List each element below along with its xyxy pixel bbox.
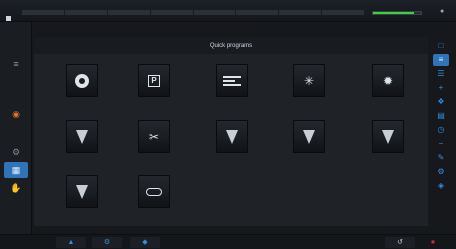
status-strip [22, 10, 364, 15]
tile-nozzle-crosshair-alt[interactable] [372, 120, 404, 153]
progress-bar [372, 11, 422, 15]
top-bar: ● [0, 0, 456, 22]
pencil-icon[interactable]: ✎ [433, 152, 449, 164]
bottom-bar: ▲ ⚙ ◆ ↺ ⏹ [0, 234, 456, 249]
status-segment [107, 10, 150, 15]
right-toolbar: □ ≡ ☰ + ❖ ▤ ◷ − ✎ ⚙ ◈ [431, 38, 451, 234]
minus-icon[interactable]: − [433, 138, 449, 150]
flag-icon[interactable] [6, 16, 11, 21]
scissors-icon: ✂ [148, 129, 160, 144]
tile-nozzle-single[interactable] [66, 175, 98, 208]
tile-scissors[interactable]: ✂ [138, 120, 170, 153]
tile-laser-burst[interactable]: ✹ [372, 64, 404, 97]
plane-alt-icon[interactable]: ◆ [130, 237, 160, 248]
status-segment [64, 10, 107, 15]
status-segment [236, 10, 279, 15]
exit-icon[interactable]: ↺ [385, 237, 415, 248]
tile-nozzle-rotate[interactable] [66, 120, 98, 153]
tile-bars[interactable] [216, 64, 248, 97]
tile-ring[interactable] [138, 175, 170, 208]
nozzle-crosshair-icon [303, 129, 315, 144]
status-segment [279, 10, 322, 15]
bars-icon [223, 75, 241, 86]
chart-icon[interactable]: ▤ [433, 110, 449, 122]
plus-icon[interactable]: + [433, 82, 449, 94]
stack-icon[interactable]: ☰ [433, 68, 449, 80]
nozzle-icon [226, 129, 238, 144]
window-icon[interactable]: □ [433, 40, 449, 52]
grid-icon[interactable]: ▦ [4, 162, 28, 178]
settings-icon[interactable]: ⚙ [92, 237, 122, 248]
target-icon [75, 73, 89, 88]
nozzle-rotate-icon [76, 129, 88, 144]
laser-starburst-icon: ✳ [303, 73, 315, 88]
tile-nozzle[interactable] [216, 120, 248, 153]
tile-laser-starburst[interactable]: ✳ [293, 64, 325, 97]
tile-p[interactable]: P [138, 64, 170, 97]
panel-title: Quick programs [34, 38, 428, 54]
laser-head-icon[interactable]: ≡ [433, 54, 449, 66]
laser-burst-icon: ✹ [382, 73, 394, 88]
progress-fill [373, 12, 414, 14]
gear-icon[interactable]: ⚙ [4, 144, 28, 160]
p-letter-icon: P [148, 74, 160, 87]
status-segment [150, 10, 193, 15]
tile-nozzle-crosshair[interactable] [293, 120, 325, 153]
tool-icon[interactable]: ❖ [433, 96, 449, 108]
clock-icon[interactable]: ◷ [433, 124, 449, 136]
nozzle-crosshair-alt-icon [382, 129, 394, 144]
status-segment [322, 10, 364, 15]
nozzle-single-icon [76, 184, 88, 199]
tile-target[interactable] [66, 64, 98, 97]
power-icon[interactable]: ◉ [9, 108, 23, 120]
status-segment [193, 10, 236, 15]
status-segment [22, 10, 64, 15]
ring-icon [146, 187, 162, 196]
hand-icon[interactable]: ✋ [4, 180, 28, 196]
shield-icon[interactable]: ◈ [433, 180, 449, 192]
plane-icon[interactable]: ▲ [56, 237, 86, 248]
gear-icon[interactable]: ⚙ [433, 166, 449, 178]
stop-icon[interactable]: ⏹ [418, 237, 448, 248]
pin-icon[interactable]: ● [440, 8, 444, 15]
left-sidebar: ≡ ◉ ⚙ ▦ ✋ [0, 22, 32, 234]
laser-head-icon[interactable]: ≡ [9, 58, 23, 70]
quick-programs-panel: Quick programs P ✳ ✹ ✂ [34, 38, 428, 226]
